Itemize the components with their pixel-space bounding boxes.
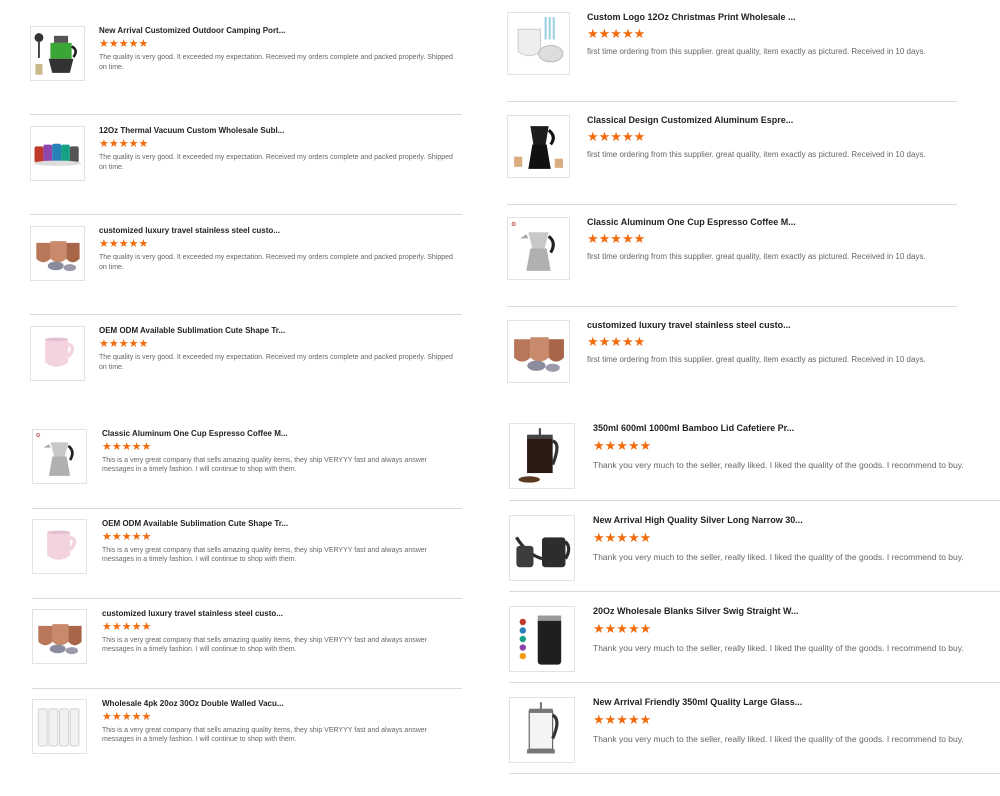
product-title-link[interactable]: New Arrival High Quality Silver Long Nar… (593, 515, 818, 525)
rating-stars: ★★★★★ (102, 621, 152, 633)
rating-stars: ★★★★★ (593, 712, 652, 727)
silver-moka-pot-icon[interactable] (507, 217, 570, 280)
review-comment: This is a very great company that sells … (102, 547, 428, 563)
copper-tumblers-icon[interactable] (30, 226, 85, 281)
divider (509, 591, 1000, 592)
rating-stars: ★★★★★ (99, 338, 149, 350)
review-comment: first time ordering from this supplier. … (587, 47, 926, 56)
divider (30, 214, 462, 215)
colorful-cups-icon[interactable] (30, 126, 85, 181)
review-comment: The quality is very good. It exceeded my… (99, 154, 453, 171)
gooseneck-kettle-icon[interactable] (509, 515, 575, 581)
rating-stars: ★★★★★ (99, 138, 149, 150)
rating-stars: ★★★★★ (102, 531, 152, 543)
review-comment: Thank you very much to the seller, reall… (593, 734, 964, 744)
divider (30, 114, 462, 115)
rating-stars: ★★★★★ (99, 38, 149, 50)
copper-tumblers-icon[interactable] (507, 320, 570, 383)
rating-stars: ★★★★★ (587, 334, 646, 349)
moka-pot-green-icon[interactable] (30, 26, 85, 81)
review-comment: first time ordering from this supplier. … (587, 355, 926, 364)
divider (507, 306, 957, 307)
copper-tumblers-icon[interactable] (32, 609, 87, 664)
rating-stars: ★★★★★ (99, 238, 149, 250)
product-title-link[interactable]: Classical Design Customized Aluminum Esp… (587, 115, 802, 125)
product-title-link[interactable]: customized luxury travel stainless steel… (99, 226, 289, 235)
rating-stars: ★★★★★ (587, 26, 646, 41)
review-comment: This is a very great company that sells … (102, 727, 428, 743)
divider (509, 500, 1000, 501)
white-cup-lid-icon[interactable] (507, 12, 570, 75)
review-comment: The quality is very good. It exceeded my… (99, 54, 453, 71)
review-comment: Thank you very much to the seller, reall… (593, 552, 964, 562)
white-tumblers-icon[interactable] (32, 699, 87, 754)
product-title-link[interactable]: 20Oz Wholesale Blanks Silver Swig Straig… (593, 606, 818, 616)
review-comment: Thank you very much to the seller, reall… (593, 460, 964, 470)
pink-mug-icon[interactable] (32, 519, 87, 574)
rating-stars: ★★★★★ (593, 621, 652, 636)
pink-mug-icon[interactable] (30, 326, 85, 381)
review-comment: Thank you very much to the seller, reall… (593, 643, 964, 653)
product-title-link[interactable]: OEM ODM Available Sublimation Cute Shape… (99, 326, 289, 335)
rating-stars: ★★★★★ (587, 129, 646, 144)
product-title-link[interactable]: Wholesale 4pk 20oz 30Oz Double Walled Va… (102, 699, 292, 708)
product-title-link[interactable]: 350ml 600ml 1000ml Bamboo Lid Cafetiere … (593, 423, 818, 433)
divider (32, 508, 462, 509)
product-title-link[interactable]: customized luxury travel stainless steel… (587, 320, 802, 330)
divider (32, 598, 462, 599)
review-comment: The quality is very good. It exceeded my… (99, 254, 453, 271)
black-tumbler-icon[interactable] (509, 606, 575, 672)
review-comment: The quality is very good. It exceeded my… (99, 354, 453, 371)
divider (507, 101, 957, 102)
glass-french-press-icon[interactable] (509, 697, 575, 763)
divider (30, 314, 462, 315)
product-title-link[interactable]: Classic Aluminum One Cup Espresso Coffee… (587, 217, 802, 227)
review-comment: first time ordering from this supplier. … (587, 252, 926, 261)
product-title-link[interactable]: customized luxury travel stainless steel… (102, 609, 292, 618)
divider (509, 773, 1000, 774)
divider (32, 688, 462, 689)
product-title-link[interactable]: Custom Logo 12Oz Christmas Print Wholesa… (587, 12, 802, 22)
product-title-link[interactable]: New Arrival Customized Outdoor Camping P… (99, 26, 289, 35)
rating-stars: ★★★★★ (102, 441, 152, 453)
review-comment: first time ordering from this supplier. … (587, 150, 926, 159)
divider (507, 204, 957, 205)
rating-stars: ★★★★★ (593, 530, 652, 545)
rating-stars: ★★★★★ (587, 231, 646, 246)
black-moka-pot-icon[interactable] (507, 115, 570, 178)
product-title-link[interactable]: New Arrival Friendly 350ml Quality Large… (593, 697, 818, 707)
divider (509, 682, 1000, 683)
product-title-link[interactable]: 12Oz Thermal Vacuum Custom Wholesale Sub… (99, 126, 289, 135)
rating-stars: ★★★★★ (102, 711, 152, 723)
product-title-link[interactable]: Classic Aluminum One Cup Espresso Coffee… (102, 429, 292, 438)
french-press-icon[interactable] (509, 423, 575, 489)
silver-moka-pot-icon[interactable] (32, 429, 87, 484)
rating-stars: ★★★★★ (593, 438, 652, 453)
product-title-link[interactable]: OEM ODM Available Sublimation Cute Shape… (102, 519, 292, 528)
review-comment: This is a very great company that sells … (102, 457, 428, 473)
review-comment: This is a very great company that sells … (102, 637, 428, 653)
